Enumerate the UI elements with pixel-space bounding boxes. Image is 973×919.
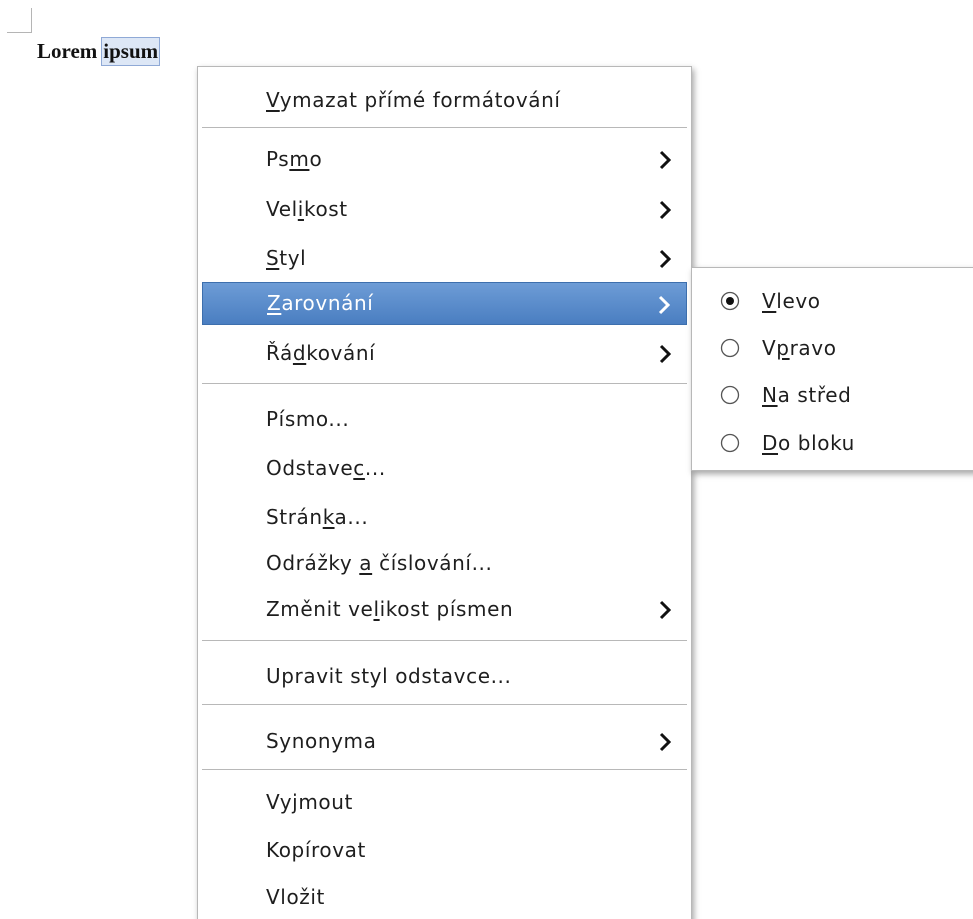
menu-item-label: Odstave bbox=[266, 456, 354, 480]
radio-item-label-part: o bloku bbox=[778, 431, 855, 455]
menu-item-label: kost bbox=[303, 197, 348, 221]
chevron-right-icon bbox=[656, 138, 674, 181]
radio-item-accelerator: N bbox=[762, 383, 778, 407]
document-text-line[interactable]: Lorem ipsum bbox=[37, 36, 161, 66]
menu-item-label: Odrážky bbox=[266, 551, 360, 575]
radio-item-accelerator: V bbox=[762, 289, 777, 313]
menu-item-label: kování bbox=[306, 341, 376, 365]
radio-item-label: Vlevo bbox=[762, 279, 821, 323]
menu-item-label: číslování... bbox=[372, 551, 493, 575]
menu-separator bbox=[202, 704, 687, 705]
radio-item-label-part: levo bbox=[776, 289, 821, 313]
menu-item-accelerator: Z bbox=[267, 291, 282, 315]
menu-item-paragraph-dialog[interactable]: Odstavec... bbox=[202, 447, 687, 490]
radio-item-align-left[interactable]: Vlevo bbox=[710, 279, 973, 323]
menu-item-label: Řá bbox=[266, 341, 293, 365]
chevron-right-icon bbox=[656, 188, 674, 231]
menu-item-label: Kopírovat bbox=[266, 838, 366, 862]
menu-item-label: Změnit ve bbox=[266, 597, 374, 621]
radio-unchecked-icon bbox=[720, 338, 740, 358]
menu-item-accelerator: d bbox=[292, 341, 307, 365]
menu-item-label: Písmo... bbox=[266, 407, 350, 431]
menu-item-accelerator: a bbox=[359, 551, 373, 575]
menu-item-accelerator: S bbox=[266, 246, 280, 270]
menu-item-page-dialog[interactable]: Stránka... bbox=[202, 496, 687, 539]
menu-item-alignment[interactable]: Zarovnání bbox=[202, 282, 687, 325]
radio-item-label-part: a střed bbox=[777, 383, 852, 407]
menu-item-clear-direct-formatting[interactable]: Vymazat přímé formátování bbox=[202, 79, 687, 122]
menu-separator bbox=[202, 640, 687, 641]
menu-item-label: ikost písmen bbox=[379, 597, 514, 621]
page-corner-marker bbox=[7, 8, 32, 33]
selected-word[interactable]: ipsum bbox=[101, 37, 161, 66]
menu-item-label: Upravit styl odstavce... bbox=[266, 664, 512, 688]
menu-item-label: Strán bbox=[266, 505, 323, 529]
chevron-right-icon bbox=[655, 283, 673, 326]
menu-item-label: a... bbox=[334, 505, 369, 529]
menu-item-label: tyl bbox=[279, 246, 307, 270]
radio-item-label: Na střed bbox=[762, 373, 851, 417]
menu-item-cut[interactable]: Vyjmout bbox=[202, 781, 687, 824]
menu-item-label: Synonyma bbox=[266, 729, 377, 753]
radio-item-label: Vpravo bbox=[762, 326, 837, 370]
radio-item-align-right[interactable]: Vpravo bbox=[710, 326, 973, 370]
menu-item-synonyms[interactable]: Synonyma bbox=[202, 720, 687, 763]
document-word[interactable]: Lorem bbox=[37, 36, 97, 66]
menu-item-label: ymazat přímé formátování bbox=[279, 88, 561, 112]
radio-checked-icon bbox=[720, 291, 740, 311]
menu-item-label: Vložit bbox=[266, 885, 325, 909]
menu-item-line-spacing[interactable]: Řádkování bbox=[202, 332, 687, 375]
menu-item-style[interactable]: Styl bbox=[202, 237, 687, 280]
context-menu: Vymazat přímé formátování Psmo Vel ikost … bbox=[197, 66, 692, 919]
menu-separator bbox=[202, 769, 687, 770]
radio-unchecked-icon bbox=[720, 433, 740, 453]
menu-item-paste[interactable]: Vložit bbox=[202, 876, 687, 919]
menu-item-change-case[interactable]: Změnit velikost písmen bbox=[202, 588, 687, 631]
radio-item-label-part: ravo bbox=[789, 336, 837, 360]
menu-item-accelerator: c bbox=[353, 456, 365, 480]
menu-separator bbox=[202, 127, 687, 128]
menu-item-label: ... bbox=[364, 456, 386, 480]
menu-item-size[interactable]: Velikost bbox=[202, 188, 687, 231]
chevron-right-icon bbox=[656, 332, 674, 375]
menu-item-accelerator: m bbox=[289, 147, 310, 171]
menu-item-accelerator: V bbox=[266, 88, 280, 112]
menu-item-label: Ps bbox=[266, 147, 290, 171]
radio-item-label: Do bloku bbox=[762, 421, 855, 465]
menu-item-label: arovnání bbox=[281, 291, 374, 315]
chevron-right-icon bbox=[656, 720, 674, 763]
chevron-right-icon bbox=[656, 237, 674, 280]
radio-item-accelerator: D bbox=[762, 431, 779, 455]
radio-item-accelerator: p bbox=[776, 336, 790, 360]
menu-item-edit-paragraph-style[interactable]: Upravit styl odstavce... bbox=[202, 655, 687, 698]
chevron-right-icon bbox=[656, 588, 674, 631]
menu-item-font[interactable]: Psmo bbox=[202, 138, 687, 181]
menu-item-label: Vel bbox=[266, 197, 298, 221]
menu-item-accelerator: k bbox=[322, 505, 335, 529]
menu-item-label: Vyjmout bbox=[266, 790, 353, 814]
menu-item-font-dialog[interactable]: Písmo... bbox=[202, 398, 687, 441]
radio-item-label-part: V bbox=[762, 336, 777, 360]
menu-item-copy[interactable]: Kopírovat bbox=[202, 829, 687, 872]
menu-item-bullets-numbering[interactable]: Odrážky a číslování... bbox=[202, 542, 687, 585]
menu-separator bbox=[202, 383, 687, 384]
radio-item-align-center[interactable]: Na střed bbox=[710, 373, 973, 417]
menu-item-label: o bbox=[309, 147, 323, 171]
alignment-submenu: Vlevo Vpravo Na střed Do bloku bbox=[691, 267, 973, 471]
radio-unchecked-icon bbox=[720, 385, 740, 405]
radio-item-justify[interactable]: Do bloku bbox=[710, 421, 973, 465]
